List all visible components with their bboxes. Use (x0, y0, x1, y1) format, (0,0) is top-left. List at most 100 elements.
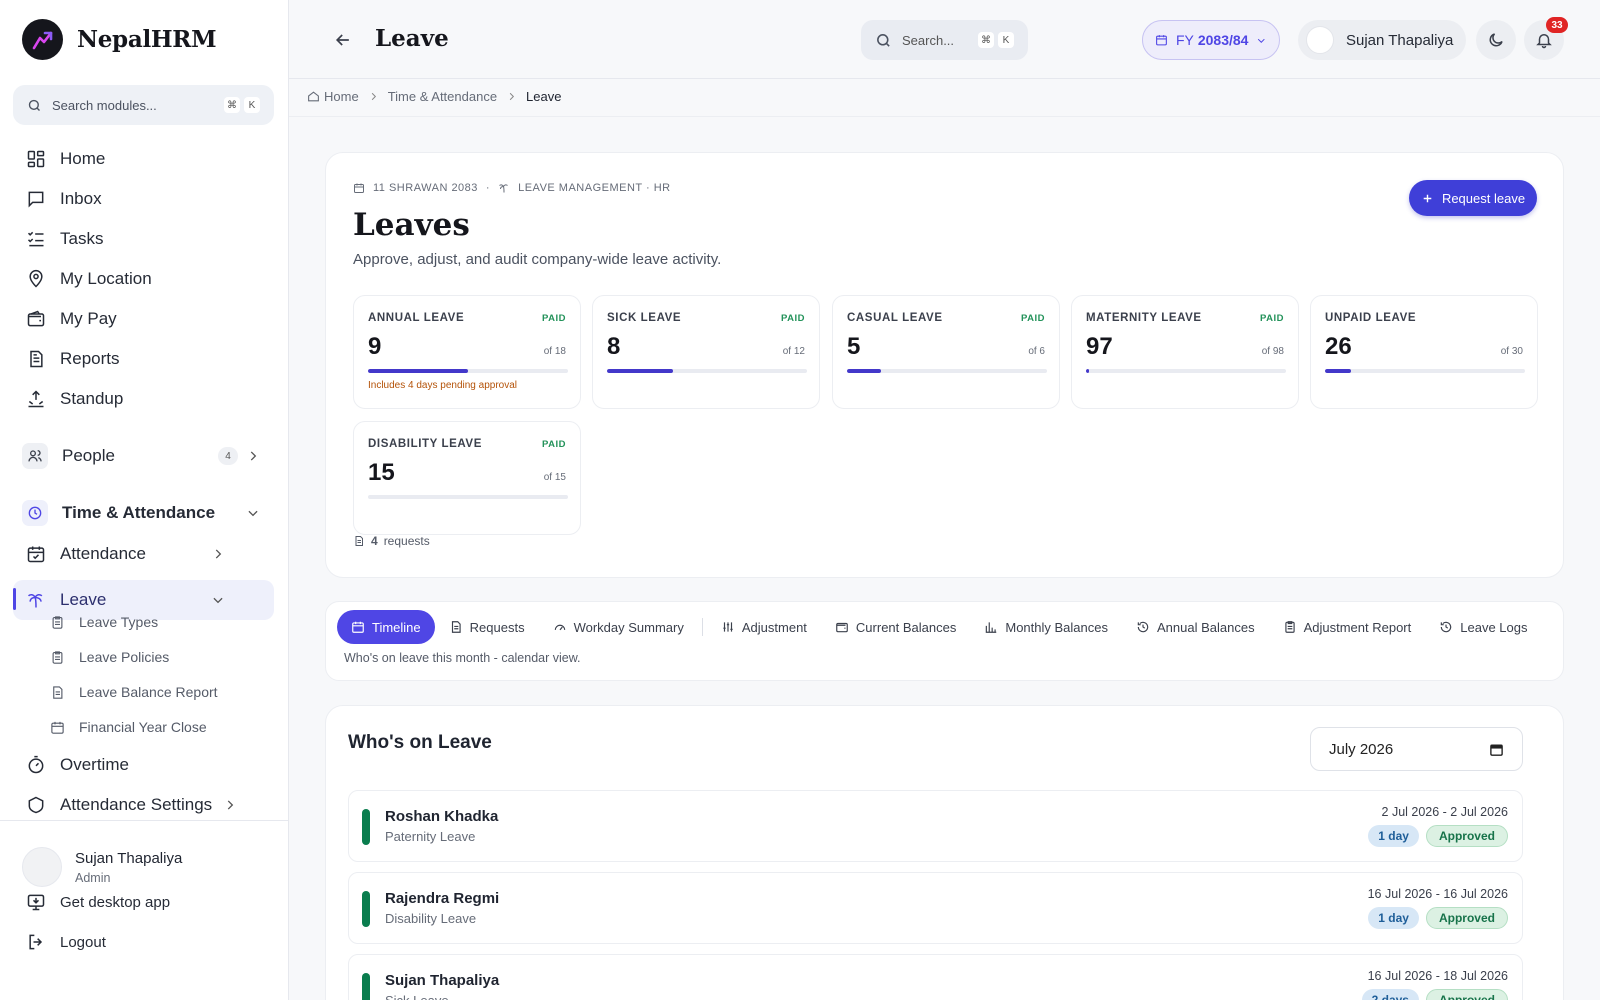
leave-balance-value: 26 (1325, 333, 1352, 360)
chevron-down-icon (248, 510, 258, 517)
sidebar-item-reports[interactable]: Reports (13, 340, 274, 378)
sidebar-subitem-leave-balance-report[interactable]: Leave Balance Report (50, 684, 218, 700)
clipboard-icon (52, 615, 63, 629)
leave-type-name: MATERNITY LEAVE (1086, 312, 1202, 324)
sidebar-item-standup[interactable]: Standup (13, 380, 274, 418)
leave-row[interactable]: Roshan Khadka Paternity Leave 2 Jul 2026 -… (348, 790, 1523, 862)
sidebar-nav[interactable]: Home Inbox Tasks My Location My Pay Repo… (0, 140, 289, 822)
status-badge: Approved (1425, 989, 1508, 1000)
tab-monthly-balances[interactable]: Monthly Balances (970, 610, 1122, 644)
tab-label: Workday Summary (573, 619, 684, 635)
tab-timeline[interactable]: Timeline (337, 610, 435, 644)
dot-separator: · (485, 182, 491, 194)
brand[interactable]: NepalHRM (22, 19, 217, 60)
calendar-icon (1490, 743, 1503, 756)
balance-progress-bar (847, 369, 1047, 373)
leave-row[interactable]: Rajendra Regmi Disability Leave 16 Jul 202… (348, 872, 1523, 944)
theme-toggle-button[interactable] (1476, 20, 1516, 60)
global-search-input[interactable]: Search... ⌘ K (861, 20, 1028, 60)
request-leave-button[interactable]: Request leave (1409, 180, 1537, 216)
tab-annual-balances[interactable]: Annual Balances (1122, 610, 1269, 644)
sidebar-item-home[interactable]: Home (13, 140, 274, 178)
breadcrumb: Home Time & Attendance Leave (307, 89, 561, 104)
get-desktop-app-link[interactable]: Get desktop app (13, 883, 274, 921)
logout-icon (29, 934, 43, 950)
paid-badge: PAID (1021, 313, 1045, 324)
logout-link[interactable]: Logout (13, 923, 274, 961)
subitem-label: Leave Policies (79, 649, 170, 665)
tab-label: Adjustment Report (1303, 619, 1412, 635)
whos-on-leave-card: Who's on Leave July 2026 Roshan Khadka Pa… (325, 705, 1564, 1000)
leave-type: Sick Leave (385, 993, 449, 1000)
list-check-icon (27, 231, 44, 247)
leave-date-range: 16 Jul 2026 - 16 Jul 2026 (1367, 887, 1508, 901)
sidebar-item-attendance[interactable]: Attendance (13, 535, 274, 573)
chevron-right-icon (371, 92, 376, 101)
subitem-label: Leave Balance Report (79, 684, 218, 700)
sidebar-subitem-leave-policies[interactable]: Leave Policies (50, 649, 169, 665)
tab-adjustment[interactable]: Adjustment (707, 610, 821, 644)
sidebar-item-inbox[interactable]: Inbox (13, 180, 274, 218)
grid-icon (27, 150, 45, 168)
fy-prefix: FY (1175, 32, 1194, 48)
leave-balance-value: 9 (368, 333, 382, 360)
module-search-input[interactable]: Search modules... ⌘ K (13, 85, 274, 125)
fiscal-year-selector[interactable]: FY 2083/84 (1142, 20, 1280, 60)
sidebar-item-my-location[interactable]: My Location (13, 260, 274, 298)
breadcrumb-home[interactable]: Home (324, 89, 359, 104)
chevron-right-icon (509, 92, 515, 101)
sidebar-item-attendance-settings[interactable]: Attendance Settings (13, 786, 274, 822)
sidebar-item-overtime[interactable]: Overtime (13, 746, 274, 784)
chevron-down-icon (1258, 38, 1266, 43)
search-icon (28, 99, 40, 111)
leave-balance-value: 8 (607, 333, 621, 360)
leave-row[interactable]: Sujan Thapaliya Sick Leave 16 Jul 2026 - 1… (348, 954, 1523, 1000)
tab-label: Current Balances (855, 619, 957, 635)
breadcrumb-time-attendance[interactable]: Time & Attendance (388, 89, 497, 104)
sidebar-subitem-leave-types[interactable]: Leave Types (50, 614, 158, 630)
tab-label: Requests (469, 619, 525, 635)
status-badge: Approved (1425, 907, 1508, 929)
tab-label: Leave Logs (1460, 619, 1528, 635)
sliders-icon (723, 622, 733, 632)
tab-current-balances[interactable]: Current Balances (821, 610, 970, 644)
leave-type-name: DISABILITY LEAVE (368, 438, 482, 450)
sidebar-subitem-financial-year-close[interactable]: Financial Year Close (50, 719, 207, 735)
tab-workday-summary[interactable]: Workday Summary (539, 610, 698, 644)
sidebar-item-label: Attendance (60, 544, 147, 563)
tab-requests[interactable]: Requests (435, 610, 539, 644)
leave-tabs-card: Timeline Requests Workday Summary Adjustmen… (325, 601, 1564, 681)
palm-tree-icon (499, 184, 508, 193)
balance-progress-bar (1325, 369, 1525, 373)
leave-balance-total: of 12 (782, 346, 805, 357)
tab-bar: Timeline Requests Workday Summary Adjustmen… (337, 610, 1541, 644)
tab-leave-logs[interactable]: Leave Logs (1425, 610, 1541, 644)
user-menu-name: Sujan Thapaliya (1346, 31, 1454, 49)
divider (289, 116, 1600, 117)
sidebar-item-tasks[interactable]: Tasks (13, 220, 274, 258)
request-count-label: requests (383, 534, 430, 548)
status-color-bar (362, 973, 370, 1000)
history-icon (1441, 621, 1452, 633)
location-pin-icon (29, 269, 43, 288)
subitem-label: Leave Types (79, 614, 159, 630)
leave-balance-total: of 18 (543, 346, 566, 357)
leave-balance-total: of 98 (1261, 346, 1284, 357)
calendar-check-icon (27, 546, 45, 563)
balance-progress-fill (1086, 369, 1089, 373)
sidebar-item-label: Home (60, 149, 106, 168)
user-menu[interactable]: Sujan Thapaliya (1298, 20, 1466, 60)
sidebar-group-time-attendance[interactable]: Time & Attendance (13, 494, 274, 532)
notifications-button[interactable]: 33 (1524, 17, 1568, 60)
duration-badge: 2 days (1361, 989, 1419, 1000)
month-picker[interactable]: July 2026 (1310, 727, 1523, 771)
back-arrow-icon[interactable] (333, 30, 353, 50)
calendar-icon (1156, 35, 1167, 46)
tab-adjustment-report[interactable]: Adjustment Report (1269, 610, 1426, 644)
sidebar-user[interactable]: Sujan Thapaliya Admin (22, 847, 182, 887)
leave-type-name: SICK LEAVE (607, 312, 682, 324)
sidebar-item-my-pay[interactable]: My Pay (13, 300, 274, 338)
plus-icon (1423, 194, 1432, 202)
sidebar-item-people[interactable]: People 4 (13, 437, 274, 475)
bar-chart-icon (986, 622, 997, 633)
